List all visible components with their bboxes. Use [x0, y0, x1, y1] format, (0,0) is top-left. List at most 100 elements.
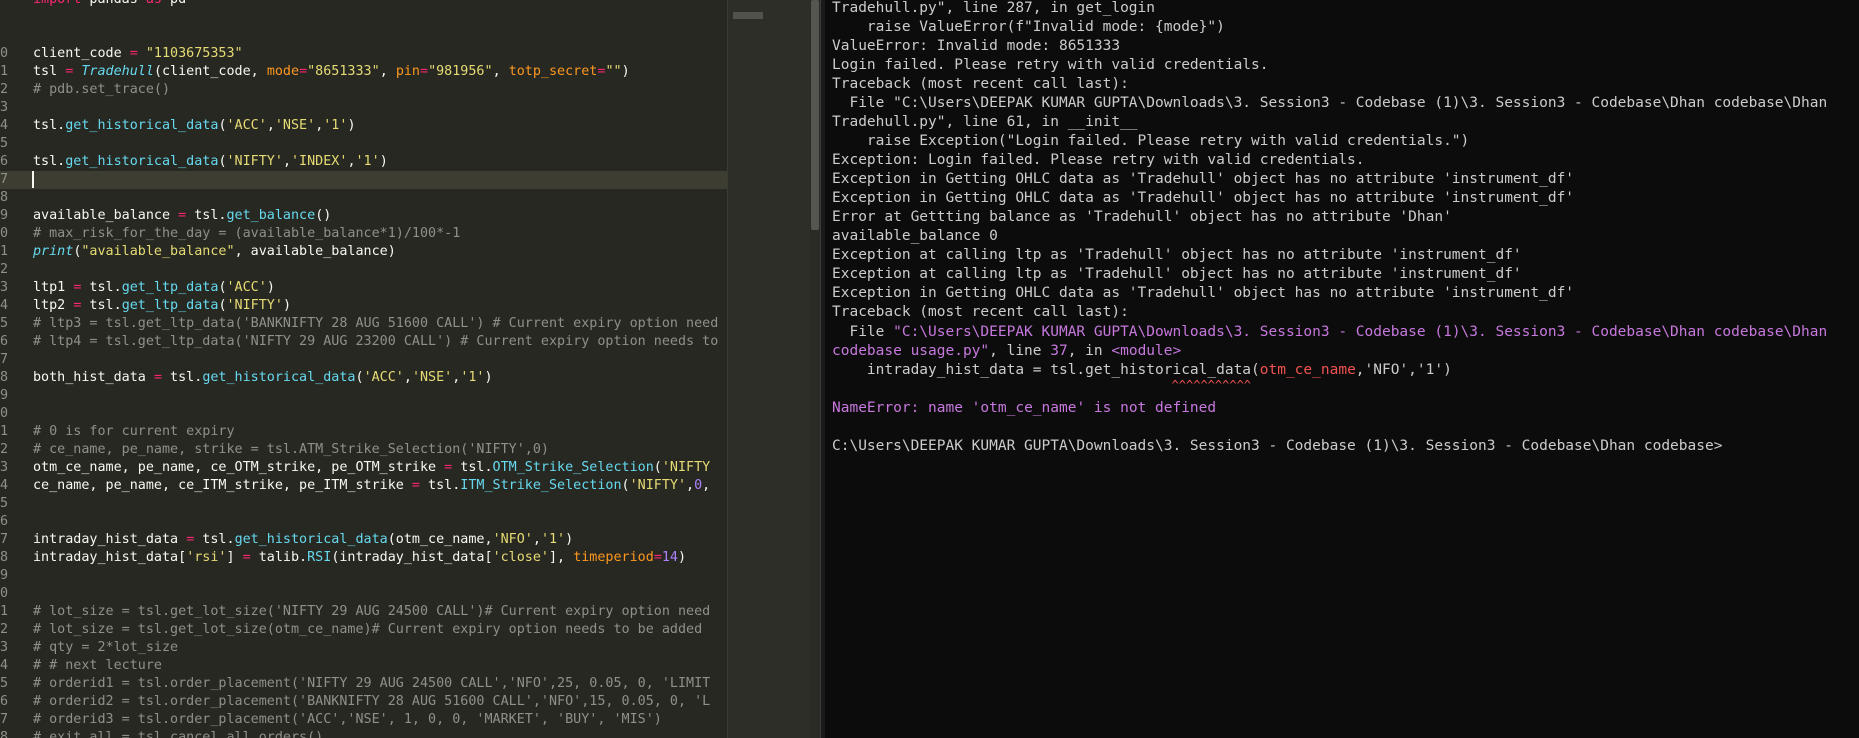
code-line[interactable]: both_hist_data = tsl.get_historical_data… [33, 369, 493, 387]
code-line[interactable]: # orderid2 = tsl.order_placement('BANKNI… [33, 693, 710, 711]
code-line[interactable]: # ce_name, pe_name, strike = tsl.ATM_Str… [33, 441, 549, 459]
line-number [0, 27, 8, 45]
code-line[interactable]: intraday_hist_data['rsi'] = talib.RSI(in… [33, 549, 686, 567]
terminal-line: raise Exception("Login failed. Please re… [832, 133, 1470, 149]
code-line[interactable]: otm_ce_name, pe_name, ce_OTM_strike, pe_… [33, 459, 710, 477]
minimap-viewport[interactable] [733, 12, 763, 19]
line-number: 7 [0, 712, 9, 727]
line-number [0, 9, 8, 27]
name-error-msg: : name 'otm_ce_name' is not defined [910, 400, 1217, 416]
line-number: 4 [0, 658, 9, 673]
code-line[interactable]: client_code = "1103675353" [33, 45, 243, 63]
line-number [0, 0, 8, 9]
code-line[interactable]: # lot_size = tsl.get_lot_size(otm_ce_nam… [33, 621, 702, 639]
terminal-line: Exception: Login failed. Please retry wi… [832, 152, 1365, 168]
line-number: 2 [0, 442, 9, 457]
code-line[interactable]: intraday_hist_data = tsl.get_historical_… [33, 531, 573, 549]
file-path: "C:\Users\DEEPAK KUMAR GUPTA\Downloads\3… [893, 324, 1828, 340]
code-line[interactable]: tsl.get_historical_data('NIFTY','INDEX',… [33, 153, 388, 171]
line-number: 6 [0, 694, 9, 709]
line-number: 4 [0, 118, 9, 133]
line-number: 2 [0, 82, 9, 97]
line-number: 9 [0, 388, 9, 403]
terminal-line: File "C:\Users\DEEPAK KUMAR GUPTA\Downlo… [832, 95, 1828, 111]
minimap[interactable] [727, 0, 811, 738]
line-number: 5 [0, 316, 9, 331]
code-area[interactable]: import pandas as pd client_code = "110367… [33, 0, 727, 738]
line-number: 3 [0, 460, 9, 475]
line-number: 5 [0, 136, 9, 151]
line-number: 9 [0, 568, 9, 583]
terminal-line: Exception in Getting OHLC data as 'Trade… [832, 285, 1575, 301]
line-number: 0 [0, 586, 9, 601]
line-number: 8 [0, 370, 9, 385]
line-number: 8 [0, 550, 9, 565]
code-line[interactable]: # ltp4 = tsl.get_ltp_data('NIFTY 29 AUG … [33, 333, 718, 351]
code-line[interactable]: # lot_size = tsl.get_lot_size('NIFTY 29 … [33, 603, 710, 621]
terminal-carets: ^^^^^^^^^^^ [832, 378, 1252, 392]
line-number: 4 [0, 478, 9, 493]
code-line[interactable]: # # next lecture [33, 657, 162, 675]
terminal-line: ValueError: Invalid mode: 8651333 [832, 38, 1121, 54]
code-line[interactable]: ce_name, pe_name, ce_ITM_strike, pe_ITM_… [33, 477, 710, 495]
line-number: 3 [0, 280, 9, 295]
line-number: 9 [0, 208, 9, 223]
line-number: 5 [0, 496, 9, 511]
terminal-line: Login failed. Please retry with valid cr… [832, 57, 1269, 73]
code-line[interactable]: # pdb.set_trace() [33, 81, 170, 99]
code-line[interactable]: # qty = 2*lot_size [33, 639, 178, 657]
code-line[interactable]: import pandas as pd [33, 0, 186, 9]
code-line[interactable]: print("available_balance", available_bal… [33, 243, 396, 261]
line-number: 6 [0, 154, 9, 169]
line-number: 1 [0, 604, 9, 619]
code-line[interactable]: # orderid3 = tsl.order_placement('ACC','… [33, 711, 662, 729]
code-line[interactable]: # 0 is for current expiry [33, 423, 235, 441]
code-line[interactable]: # exit_all = tsl.cancel_all_orders() [33, 729, 323, 738]
code-line[interactable]: tsl = Tradehull(client_code, mode="86513… [33, 63, 630, 81]
line-number: 1 [0, 64, 9, 79]
usage-module: <module> [1111, 343, 1182, 359]
terminal-prompt[interactable]: C:\Users\DEEPAK KUMAR GUPTA\Downloads\3.… [832, 437, 1722, 456]
code-line[interactable]: available_balance = tsl.get_balance() [33, 207, 331, 225]
code-line[interactable]: # max_risk_for_the_day = (available_bala… [33, 225, 460, 243]
terminal-line: available_balance 0 [832, 228, 998, 244]
line-number: 2 [0, 262, 9, 277]
editor-scrollbar[interactable] [810, 0, 820, 738]
line-number: 2 [0, 622, 9, 637]
code-line[interactable]: ltp2 = tsl.get_ltp_data('NIFTY') [33, 297, 291, 315]
text-cursor [32, 171, 34, 188]
usage-path: codebase usage.py" [832, 343, 990, 359]
line-number: 1 [0, 424, 9, 439]
terminal-line: Error at Gettting balance as 'Tradehull'… [832, 209, 1452, 225]
line-number: 0 [0, 226, 9, 241]
line-number: 4 [0, 298, 9, 313]
terminal-line: Exception at calling ltp as 'Tradehull' … [832, 266, 1522, 282]
line-number: 3 [0, 640, 9, 655]
usage-mid: , line [989, 343, 1051, 359]
line-number: 6 [0, 334, 9, 349]
usage-in: , in [1067, 343, 1112, 359]
line-number: 8 [0, 730, 9, 738]
scrollbar-thumb[interactable] [811, 0, 819, 230]
file-prefix: File [832, 324, 894, 340]
code-editor[interactable]: 012345678901234567890123456789012345678 … [0, 0, 820, 738]
name-error-type: NameError [832, 400, 911, 416]
terminal-usage-line: codebase usage.py", line 37, in <module> [832, 342, 1181, 361]
line-number: 7 [0, 532, 9, 547]
line-number: 7 [0, 172, 9, 187]
code-line[interactable]: ltp1 = tsl.get_ltp_data('ACC') [33, 279, 275, 297]
code-line[interactable]: # ltp3 = tsl.get_ltp_data('BANKNIFTY 28 … [33, 315, 718, 333]
line-number: 6 [0, 514, 9, 529]
terminal-line: Traceback (most recent call last): [832, 304, 1129, 320]
code-line[interactable]: tsl.get_historical_data('ACC','NSE','1') [33, 117, 356, 135]
code-line[interactable]: # orderid1 = tsl.order_placement('NIFTY … [33, 675, 710, 693]
terminal-line: raise ValueError(f"Invalid mode: {mode}"… [832, 19, 1225, 35]
line-number: 8 [0, 190, 9, 205]
terminal-line: Traceback (most recent call last): [832, 76, 1129, 92]
line-number: 3 [0, 100, 9, 115]
usage-lineno: 37 [1050, 343, 1068, 359]
terminal-line: Exception in Getting OHLC data as 'Trade… [832, 190, 1575, 206]
terminal-line: Exception in Getting OHLC data as 'Trade… [832, 171, 1575, 187]
line-number: 7 [0, 352, 9, 367]
terminal-panel[interactable]: File "C:\Users\DEEPAK KUMAR GUPTA\Downlo… [825, 0, 1859, 738]
